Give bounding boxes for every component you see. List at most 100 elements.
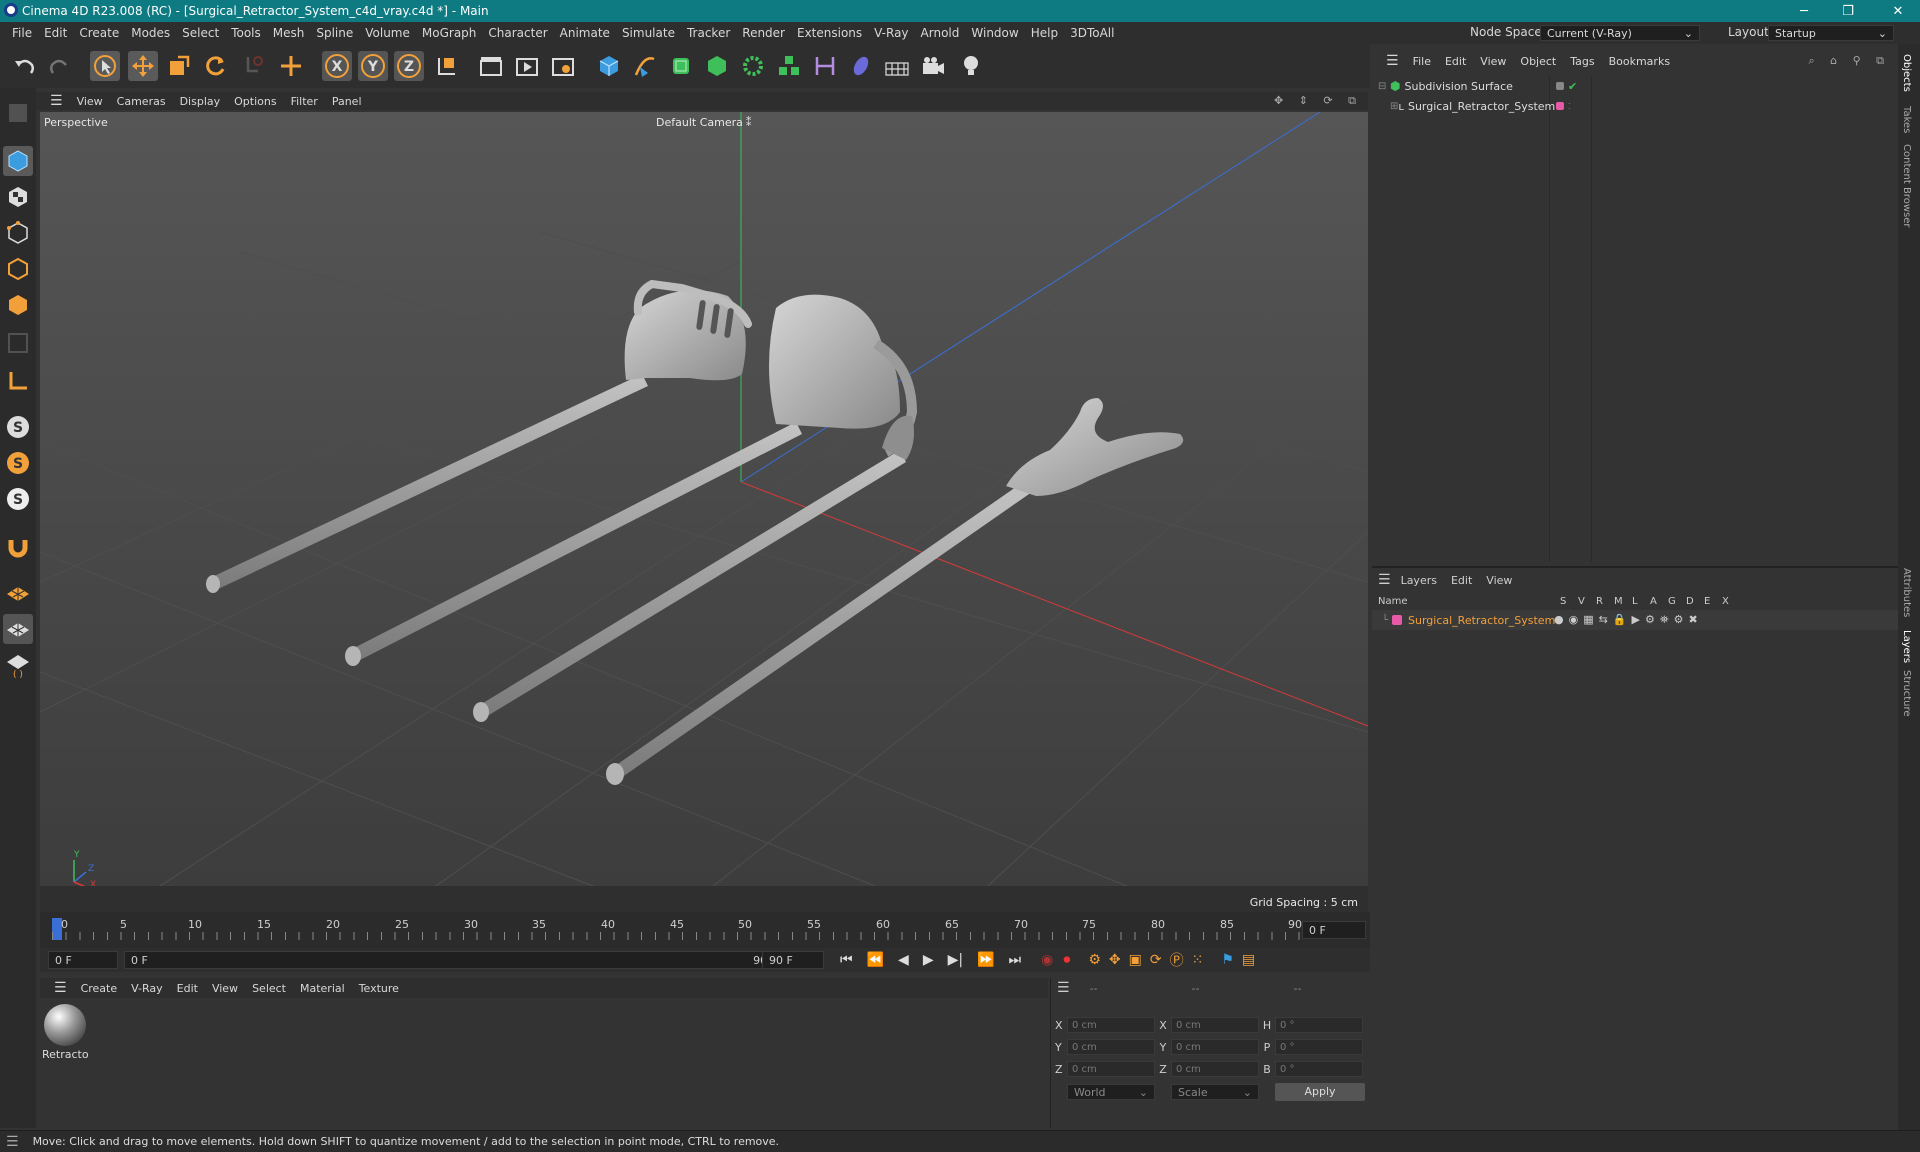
- timeline-ruler[interactable]: 0 5 10 15 20 25 30 35 40 45 50 55 60 65 …: [40, 912, 1370, 948]
- start-frame-field[interactable]: 0 F: [48, 951, 118, 969]
- menu-modes[interactable]: Modes: [131, 26, 170, 40]
- layout-dropdown[interactable]: Startup ⌄: [1768, 25, 1894, 41]
- menu-volume[interactable]: Volume: [365, 26, 410, 40]
- step-back-icon[interactable]: ◀: [898, 952, 909, 968]
- menu-mograph[interactable]: MoGraph: [422, 26, 477, 40]
- material-menu-vray[interactable]: V-Ray: [131, 982, 163, 995]
- model-mode-button[interactable]: [3, 146, 33, 176]
- snap-settings-button[interactable]: S: [3, 448, 33, 478]
- menu-simulate[interactable]: Simulate: [622, 26, 675, 40]
- layer-row[interactable]: └ Surgical_Retractor_System ●◉▦⇆🔒▶⚙⛯⚙✖: [1372, 610, 1898, 630]
- menu-tools[interactable]: Tools: [231, 26, 261, 40]
- layer-color-swatch[interactable]: [1392, 615, 1402, 625]
- recent-tool-button[interactable]: [238, 51, 268, 81]
- key-scale-icon[interactable]: ▣: [1129, 952, 1142, 968]
- prev-key-icon[interactable]: ⏪: [867, 952, 884, 968]
- viewport-menu-display[interactable]: Display: [180, 95, 221, 108]
- object-row-retractor[interactable]: ⊞ ʟ Surgical_Retractor_System: [1374, 96, 1555, 116]
- object-row-subdivision[interactable]: ⊟ ⬢ Subdivision Surface: [1374, 76, 1549, 96]
- keyframe-selection-icon[interactable]: ⚙: [1088, 952, 1101, 968]
- layer-toggle-icons[interactable]: ●◉▦⇆🔒▶⚙⛯⚙✖: [1554, 613, 1703, 627]
- tab-structure[interactable]: Structure: [1901, 670, 1912, 717]
- object-menu-edit[interactable]: Edit: [1445, 55, 1466, 68]
- rotate-tool-button[interactable]: [200, 51, 230, 81]
- object-menu-object[interactable]: Object: [1520, 55, 1556, 68]
- hamburger-icon[interactable]: ☰: [1386, 53, 1399, 69]
- 3d-viewport[interactable]: Perspective Default Camera ⁑ Y Z X Grid S…: [40, 112, 1368, 912]
- menu-mesh[interactable]: Mesh: [273, 26, 305, 40]
- hamburger-icon[interactable]: ☰: [1057, 980, 1070, 996]
- point-mode-button[interactable]: [3, 218, 33, 248]
- menu-create[interactable]: Create: [79, 26, 119, 40]
- coordinate-system-button[interactable]: [432, 51, 462, 81]
- material-menu-edit[interactable]: Edit: [177, 982, 198, 995]
- close-button[interactable]: ✕: [1876, 0, 1920, 22]
- menu-extensions[interactable]: Extensions: [797, 26, 862, 40]
- tab-objects[interactable]: Objects: [1901, 54, 1912, 92]
- x-axis-lock-button[interactable]: X: [322, 51, 352, 81]
- pen-spline-button[interactable]: [630, 51, 660, 81]
- object-manager-tool-icons[interactable]: ⌕ ⌂ ⚲ ⧉: [1808, 54, 1890, 68]
- material-menu-select[interactable]: Select: [252, 982, 286, 995]
- size-z-field[interactable]: 0 cm: [1171, 1061, 1259, 1077]
- axis-mode-button[interactable]: [3, 366, 33, 396]
- position-x-field[interactable]: 0 cm: [1067, 1017, 1155, 1033]
- layer-color-icon[interactable]: [1556, 102, 1564, 110]
- cube-object-button[interactable]: [594, 51, 624, 81]
- camera-object-button[interactable]: [918, 51, 948, 81]
- node-space-dropdown[interactable]: Current (V-Ray) ⌄: [1540, 25, 1700, 41]
- play-icon[interactable]: ▶: [923, 952, 934, 968]
- floor-object-button[interactable]: [882, 51, 912, 81]
- hamburger-icon[interactable]: ☰: [50, 93, 63, 109]
- make-editable-button[interactable]: [3, 98, 33, 128]
- texture-mode-button[interactable]: [3, 182, 33, 212]
- material-menu-texture[interactable]: Texture: [359, 982, 399, 995]
- tab-layers[interactable]: Layers: [1901, 630, 1912, 663]
- position-y-field[interactable]: 0 cm: [1067, 1039, 1155, 1055]
- z-axis-lock-button[interactable]: Z: [394, 51, 424, 81]
- object-menu-bookmarks[interactable]: Bookmarks: [1609, 55, 1670, 68]
- maximize-button[interactable]: ❐: [1826, 0, 1870, 22]
- menu-help[interactable]: Help: [1031, 26, 1058, 40]
- add-tool-button[interactable]: [276, 51, 306, 81]
- layer-menu-layers[interactable]: Layers: [1401, 574, 1437, 587]
- tab-attributes[interactable]: Attributes: [1901, 568, 1912, 617]
- material-menu-create[interactable]: Create: [81, 982, 118, 995]
- menu-vray[interactable]: V-Ray: [874, 26, 908, 40]
- undo-button[interactable]: [10, 51, 40, 81]
- layer-menu-view[interactable]: View: [1486, 574, 1512, 587]
- y-axis-lock-button[interactable]: Y: [358, 51, 388, 81]
- visibility-dots-icon[interactable]: ⁚: [1568, 102, 1571, 111]
- viewport-menu-options[interactable]: Options: [234, 95, 276, 108]
- object-menu-view[interactable]: View: [1480, 55, 1506, 68]
- select-tool-button[interactable]: [90, 51, 120, 81]
- viewport-menu-view[interactable]: View: [77, 95, 103, 108]
- active-camera-label[interactable]: Default Camera ⁑: [656, 116, 751, 129]
- material-swatch[interactable]: Retracto: [42, 1004, 89, 1064]
- object-menu-tags[interactable]: Tags: [1570, 55, 1594, 68]
- workplane-locked-button[interactable]: [3, 614, 33, 644]
- next-key-icon[interactable]: ⏩: [977, 952, 994, 968]
- edge-mode-button[interactable]: [3, 254, 33, 284]
- menu-select[interactable]: Select: [182, 26, 219, 40]
- menu-character[interactable]: Character: [488, 26, 547, 40]
- material-menu-material[interactable]: Material: [300, 982, 345, 995]
- scale-tool-button[interactable]: [164, 51, 194, 81]
- bend-deformer-button[interactable]: [810, 51, 840, 81]
- record-keyframe-icon[interactable]: ◉: [1041, 952, 1053, 968]
- size-y-field[interactable]: 0 cm: [1171, 1039, 1259, 1055]
- menu-edit[interactable]: Edit: [44, 26, 67, 40]
- viewport-menu-panel[interactable]: Panel: [332, 95, 362, 108]
- move-tool-button[interactable]: [128, 51, 158, 81]
- go-to-end-icon[interactable]: ⏭: [1009, 952, 1022, 968]
- menu-animate[interactable]: Animate: [560, 26, 610, 40]
- workplane-button[interactable]: [3, 578, 33, 608]
- rotation-h-field[interactable]: 0 °: [1275, 1017, 1363, 1033]
- layer-menu-edit[interactable]: Edit: [1451, 574, 1472, 587]
- key-rotation-icon[interactable]: ⟳: [1150, 952, 1162, 968]
- editor-visibility-icon[interactable]: [1556, 82, 1564, 90]
- apply-button[interactable]: Apply: [1275, 1083, 1365, 1101]
- quantize-button[interactable]: S: [3, 484, 33, 514]
- field-button[interactable]: [846, 51, 876, 81]
- object-menu-file[interactable]: File: [1413, 55, 1431, 68]
